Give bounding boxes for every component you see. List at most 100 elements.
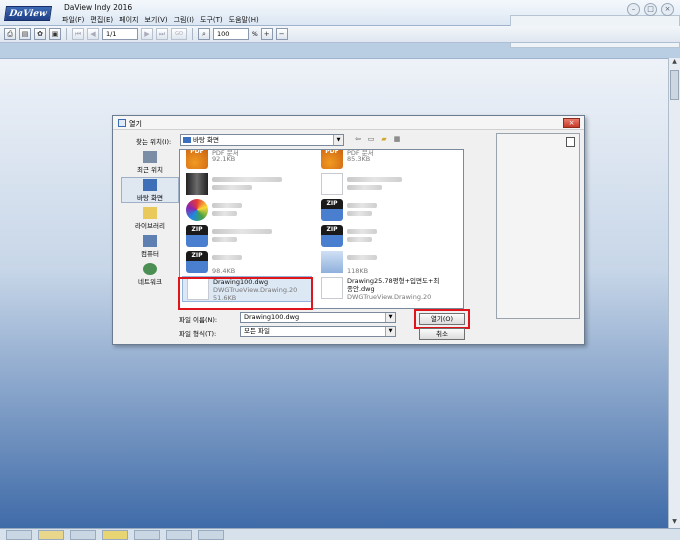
- file-item[interactable]: [182, 198, 312, 224]
- file-item[interactable]: 118KB: [317, 250, 447, 276]
- minimize-icon[interactable]: –: [627, 3, 640, 16]
- place-label: 네트워크: [138, 278, 162, 286]
- taskbar-item[interactable]: [70, 530, 96, 540]
- back-icon[interactable]: ⇦: [353, 134, 363, 144]
- menu-tools[interactable]: 도구(T): [200, 15, 223, 25]
- toolbar-separator: [66, 28, 67, 40]
- place-desktop[interactable]: 바탕 화면: [121, 177, 179, 203]
- chevron-down-icon[interactable]: ▼: [385, 327, 395, 336]
- window-controls: – □ ×: [627, 3, 674, 16]
- file-item[interactable]: PDF PDF 문서 92.1KB: [182, 150, 312, 172]
- taskbar-item[interactable]: [166, 530, 192, 540]
- page-number-input[interactable]: 1/1: [102, 28, 138, 40]
- file-item[interactable]: ZIP: [317, 224, 447, 250]
- go-button[interactable]: GO: [171, 28, 187, 40]
- file-name-redacted: [347, 229, 377, 234]
- menu-edit[interactable]: 편집(E): [90, 15, 113, 25]
- place-recent[interactable]: 최근 위치: [121, 150, 179, 176]
- file-name-redacted: [347, 255, 377, 260]
- cancel-button[interactable]: 취소: [419, 328, 465, 340]
- zoom-in-icon[interactable]: +: [260, 28, 273, 40]
- filetype-select[interactable]: 모든 파일 ▼: [240, 326, 396, 337]
- first-page-icon[interactable]: ⏮: [72, 28, 84, 40]
- file-name-redacted: [212, 255, 242, 260]
- file-info-redacted: [212, 211, 237, 216]
- menu-view[interactable]: 보기(V): [144, 15, 167, 25]
- chevron-down-icon[interactable]: ▼: [333, 135, 343, 145]
- look-in-select[interactable]: 바탕 화면 ▼: [180, 134, 344, 146]
- taskbar-item[interactable]: [6, 530, 32, 540]
- filename-input[interactable]: Drawing100.dwg ▼: [240, 312, 396, 323]
- place-libraries[interactable]: 라이브러리: [121, 206, 179, 232]
- up-folder-icon[interactable]: ▭: [366, 134, 376, 144]
- file-info-redacted: [347, 185, 382, 190]
- menu-bar: 파일(F) 편집(E) 페이지 보기(V) 그림(I) 도구(T) 도움말(H): [62, 15, 259, 25]
- fit-page-icon[interactable]: ▣: [49, 28, 61, 40]
- highlight-open-button: [414, 309, 470, 329]
- filename-label: 파일 이름(N):: [179, 316, 218, 324]
- file-info-redacted: [347, 211, 372, 216]
- chevron-down-icon[interactable]: ▼: [385, 313, 395, 322]
- menu-help[interactable]: 도움말(H): [229, 15, 259, 25]
- print-icon[interactable]: ⎙: [4, 28, 16, 40]
- file-item[interactable]: ZIP: [182, 224, 312, 250]
- zip-icon: ZIP: [321, 225, 343, 247]
- menu-image[interactable]: 그림(I): [174, 15, 194, 25]
- place-network[interactable]: 네트워크: [121, 262, 179, 288]
- dialog-title: 열기: [129, 120, 142, 128]
- filetype-value: 모든 파일: [244, 327, 270, 335]
- preview-toggle-icon[interactable]: [566, 137, 575, 147]
- close-icon[interactable]: ×: [661, 3, 674, 16]
- file-size: 92.1KB: [212, 155, 236, 163]
- toolbar-separator: [192, 28, 193, 40]
- computer-icon: [143, 235, 157, 247]
- file-item[interactable]: [317, 172, 447, 198]
- settings-icon[interactable]: ✿: [34, 28, 46, 40]
- file-item[interactable]: Drawing25.78평형+입면도+최종안.dwg DWGTrueView.D…: [317, 276, 447, 302]
- file-item[interactable]: PDF PDF 문서 85.3KB: [317, 150, 447, 172]
- menu-file[interactable]: 파일(F): [62, 15, 84, 25]
- place-label: 라이브러리: [135, 222, 165, 230]
- zoom-input[interactable]: 100: [213, 28, 249, 40]
- taskbar-item[interactable]: [198, 530, 224, 540]
- places-bar: 최근 위치 바탕 화면 라이브러리 컴퓨터 네트워크: [119, 150, 179, 294]
- workspace-scrollbar[interactable]: ▲ ▼: [668, 58, 680, 528]
- zip-icon: ZIP: [186, 225, 208, 247]
- file-type: DWGTrueView.Drawing.20: [347, 293, 432, 301]
- file-info-redacted: [212, 237, 237, 242]
- zoom-out-icon[interactable]: −: [275, 28, 288, 40]
- scroll-up-icon[interactable]: ▲: [669, 58, 680, 68]
- next-page-icon[interactable]: ▶: [141, 28, 153, 40]
- page-layout-icon[interactable]: ▤: [19, 28, 31, 40]
- last-page-icon[interactable]: ⏭: [156, 28, 168, 40]
- app-logo: DaView: [3, 6, 53, 21]
- file-size: 98.4KB: [212, 267, 236, 275]
- pdf-icon: PDF: [186, 150, 208, 169]
- open-file-dialog: 열기 × 찾는 위치(I): 바탕 화면 ▼ ⇦ ▭ ▰ ▦ 최근 위치 바탕 …: [112, 115, 585, 345]
- zoom-tool-icon[interactable]: ⌕: [198, 28, 210, 40]
- file-item[interactable]: [182, 172, 312, 198]
- app-icon: [186, 199, 208, 221]
- file-name-redacted: [347, 203, 377, 208]
- view-menu-icon[interactable]: ▦: [392, 134, 402, 144]
- maximize-icon[interactable]: □: [644, 3, 657, 16]
- scroll-thumb[interactable]: [670, 70, 679, 100]
- dialog-close-button[interactable]: ×: [563, 118, 580, 128]
- scroll-down-icon[interactable]: ▼: [669, 518, 680, 528]
- dialog-nav-tools: ⇦ ▭ ▰ ▦: [353, 134, 402, 144]
- file-info-redacted: [212, 185, 252, 190]
- file-item[interactable]: ZIP: [317, 198, 447, 224]
- taskbar-item[interactable]: [38, 530, 64, 540]
- place-computer[interactable]: 컴퓨터: [121, 234, 179, 260]
- file-item[interactable]: ZIP 98.4KB: [182, 250, 312, 276]
- menu-page[interactable]: 페이지: [119, 15, 138, 25]
- taskbar-item[interactable]: [102, 530, 128, 540]
- library-icon: [143, 207, 157, 219]
- prev-page-icon[interactable]: ◀: [87, 28, 99, 40]
- file-name-redacted: [212, 229, 272, 234]
- taskbar-item[interactable]: [134, 530, 160, 540]
- new-folder-icon[interactable]: ▰: [379, 134, 389, 144]
- file-name-redacted: [212, 177, 282, 182]
- filename-value: Drawing100.dwg: [244, 313, 300, 321]
- preview-pane: [496, 133, 580, 319]
